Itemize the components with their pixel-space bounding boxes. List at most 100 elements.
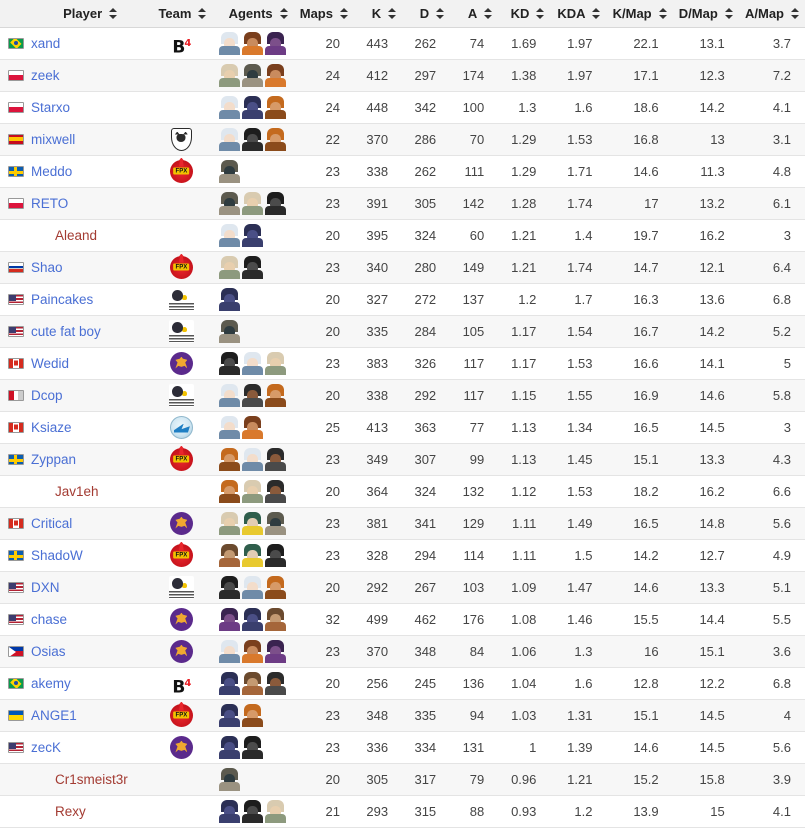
- table-row[interactable]: ANGE1 23348335941.031.3115.114.54: [0, 699, 805, 732]
- table-row[interactable]: Paincakes 20 327 272 137 1.2 1.7 16.3 13.6 6.8: [0, 283, 805, 316]
- player-name-link[interactable]: Rexy: [31, 804, 86, 819]
- table-row[interactable]: DXN 20 292 267 103 1.09 1.47 14.6 13.3 5.1: [0, 571, 805, 604]
- player-name-link[interactable]: Zyppan: [31, 452, 76, 467]
- sort-icon-kd[interactable]: [536, 7, 545, 20]
- sort-icon-kda[interactable]: [592, 7, 601, 20]
- team-logo-b4[interactable]: B4: [172, 672, 191, 697]
- player-name-link[interactable]: Jav1eh: [31, 484, 99, 499]
- cell-assists: 105: [450, 315, 499, 348]
- team-logo-nip[interactable]: [169, 607, 193, 631]
- table-row[interactable]: xand B4 20 443 262 74 1.69 1.97 22.1 13.1 3.7: [0, 26, 805, 60]
- player-name-link[interactable]: DXN: [31, 580, 60, 595]
- sort-icon-kills-per-map[interactable]: [658, 7, 667, 20]
- table-row[interactable]: ShadoW 233282941141.111.514.212.74.9: [0, 539, 805, 572]
- player-name-link[interactable]: Critical: [31, 516, 72, 531]
- player-name-link[interactable]: zecK: [31, 740, 61, 755]
- column-header-kills[interactable]: K: [353, 0, 403, 28]
- team-logo-b4[interactable]: B4: [172, 32, 191, 57]
- column-header-team[interactable]: Team: [150, 0, 213, 28]
- player-name-link[interactable]: ANGE1: [31, 708, 77, 723]
- cell-kda: 1.53: [550, 347, 607, 380]
- column-header-deaths-per-map[interactable]: D/Map: [672, 0, 739, 28]
- player-name-link[interactable]: RETO: [31, 196, 68, 211]
- team-logo-nip[interactable]: [169, 351, 193, 375]
- agent-icon-viper: [241, 735, 264, 759]
- player-name-link[interactable]: mixwell: [31, 132, 75, 147]
- table-row[interactable]: Aleand 20 395 324 60 1.21 1.4 19.7 16.2 3: [0, 219, 805, 252]
- column-header-kda[interactable]: KDA: [550, 0, 607, 28]
- team-logo-fpx[interactable]: [169, 447, 193, 471]
- cell-kills-per-map: 16.3: [606, 283, 673, 316]
- player-name-link[interactable]: Cr1smeist3r: [31, 772, 128, 787]
- table-row[interactable]: Ksiaze 25 413 363 77 1.13 1.34 16.5 14.5 3: [0, 411, 805, 444]
- table-row[interactable]: zecK 23 336 334 131 1 1.39 14.6 14.5 5.6: [0, 731, 805, 764]
- sort-icon-maps[interactable]: [339, 7, 348, 20]
- table-row[interactable]: Jav1eh 20 364 324 132 1.12 1.53 18.2 16.2 6.6: [0, 475, 805, 508]
- table-row[interactable]: Cr1smeist3r 20 305 317 79 0.96 1.21 15.2 15.8 3.9: [0, 763, 805, 796]
- team-logo-cn[interactable]: [168, 383, 194, 407]
- team-logo-nip[interactable]: [169, 639, 193, 663]
- column-header-assists-per-map[interactable]: A/Map: [738, 0, 805, 28]
- table-row[interactable]: Shao 233402801491.211.7414.712.16.4: [0, 251, 805, 284]
- table-row[interactable]: akemy B4 20 256 245 136 1.04 1.6 12.8 12.2 6.8: [0, 667, 805, 700]
- player-name-link[interactable]: Dcop: [31, 388, 63, 403]
- team-logo-fpx[interactable]: [169, 703, 193, 727]
- sort-icon-deaths[interactable]: [436, 7, 445, 20]
- team-logo-nip[interactable]: [169, 511, 193, 535]
- team-logo-cn[interactable]: [168, 575, 194, 599]
- table-row[interactable]: chase 32 499 462 176 1.08 1.46 15.5 14.4 5.5: [0, 603, 805, 636]
- table-row[interactable]: Wedid 23 383 326 117 1.17 1.53 16.6 14.1 5: [0, 347, 805, 380]
- table-row[interactable]: Zyppan 23349307991.131.4515.113.34.3: [0, 443, 805, 476]
- cell-deaths: 297: [402, 59, 451, 92]
- player-name-link[interactable]: Meddo: [31, 164, 72, 179]
- column-header-assists[interactable]: A: [450, 0, 499, 28]
- cell-player: xand: [0, 26, 151, 60]
- player-name-link[interactable]: Aleand: [31, 228, 97, 243]
- table-row[interactable]: mixwell 22 370 286 70 1.29 1.53 16.8 13 3.1: [0, 123, 805, 156]
- sort-icon-assists[interactable]: [484, 7, 493, 20]
- sort-icon-deaths-per-map[interactable]: [724, 7, 733, 20]
- cell-kda: 1.55: [550, 379, 607, 412]
- player-name-link[interactable]: Shao: [31, 260, 63, 275]
- table-row[interactable]: RETO 23 391 305 142 1.28 1.74 17 13.2 6.1: [0, 187, 805, 220]
- table-row[interactable]: cute fat boy 20 335 284 105 1.17 1.54 16.7 14.2 5…: [0, 315, 805, 348]
- player-name-link[interactable]: Paincakes: [31, 292, 93, 307]
- player-name-link[interactable]: zeek: [31, 68, 60, 83]
- player-name-link[interactable]: Ksiaze: [31, 420, 72, 435]
- table-row[interactable]: Critical 23 381 341 129 1.11 1.49 16.5 14.8 5.6: [0, 507, 805, 540]
- table-row[interactable]: zeek 24 412 297 174 1.38 1.97 17.1 12.3 7.2: [0, 59, 805, 92]
- player-name-link[interactable]: Osias: [31, 644, 66, 659]
- player-name-link[interactable]: akemy: [31, 676, 71, 691]
- cell-assists: 129: [450, 507, 499, 540]
- table-row[interactable]: Dcop 20 338 292 117 1.15 1.55 16.9 14.6 5.8: [0, 379, 805, 412]
- player-name-link[interactable]: Wedid: [31, 356, 69, 371]
- column-header-agents[interactable]: Agents: [212, 0, 294, 28]
- player-name-link[interactable]: ShadoW: [31, 548, 83, 563]
- team-logo-fpx[interactable]: [169, 159, 193, 183]
- team-logo-cn[interactable]: [168, 287, 194, 311]
- sort-icon-assists-per-map[interactable]: [791, 7, 799, 20]
- column-header-player[interactable]: Player: [0, 0, 151, 28]
- team-logo-fpx[interactable]: [169, 255, 193, 279]
- player-name-link[interactable]: chase: [31, 612, 67, 627]
- team-logo-blue[interactable]: [169, 415, 193, 439]
- cell-kd: 1.08: [498, 603, 551, 636]
- player-name-link[interactable]: Starxo: [31, 100, 70, 115]
- sort-icon-player[interactable]: [109, 7, 118, 20]
- column-header-maps[interactable]: Maps: [293, 0, 354, 28]
- team-logo-fpx[interactable]: [169, 543, 193, 567]
- team-logo-g2[interactable]: [170, 127, 192, 151]
- sort-icon-agents[interactable]: [279, 7, 288, 20]
- column-header-kd[interactable]: KD: [498, 0, 551, 28]
- team-logo-nip[interactable]: [169, 735, 193, 759]
- sort-icon-team[interactable]: [198, 7, 207, 20]
- table-row[interactable]: Starxo 24 448 342 100 1.3 1.6 18.6 14.2 4.1: [0, 91, 805, 124]
- player-name-link[interactable]: cute fat boy: [31, 324, 101, 339]
- player-name-link[interactable]: xand: [31, 36, 60, 51]
- table-row[interactable]: Osias 23 370 348 84 1.06 1.3 16 15.1 3.6: [0, 635, 805, 668]
- column-header-kills-per-map[interactable]: K/Map: [606, 0, 673, 28]
- team-logo-cn[interactable]: [168, 319, 194, 343]
- column-header-deaths[interactable]: D: [402, 0, 451, 28]
- sort-icon-kills[interactable]: [388, 7, 397, 20]
- table-row[interactable]: Meddo 233382621111.291.7114.611.34.8: [0, 155, 805, 188]
